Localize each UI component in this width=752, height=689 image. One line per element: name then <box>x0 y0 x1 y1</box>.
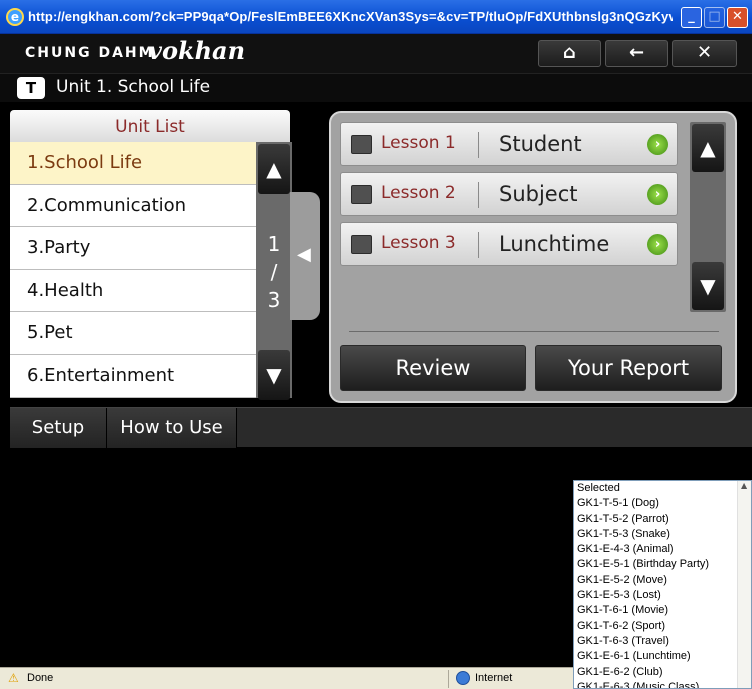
page-separator: / <box>270 260 278 284</box>
panel-divider <box>349 331 719 332</box>
dropdown-option[interactable]: GK1-T-5-2 (Parrot) <box>574 512 737 527</box>
browser-url-title: http://engkhan.com/?ck=PP9qa*Op/FeslEmBE… <box>28 9 673 24</box>
dropdown-option[interactable]: GK1-E-5-3 (Lost) <box>574 588 737 603</box>
page-total: 3 <box>267 288 281 312</box>
lesson-number: Lesson 3 <box>381 233 456 253</box>
close-icon: ✕ <box>696 42 713 63</box>
unit-list: 1.School Life 2.Communication 3.Party 4.… <box>10 142 256 398</box>
app-close-button[interactable]: ✕ <box>672 40 737 67</box>
triangle-down-icon: ▼ <box>266 363 282 387</box>
dropdown-list: Selected GK1-T-5-1 (Dog) GK1-T-5-2 (Parrot… <box>574 481 737 688</box>
lesson-row[interactable]: Lesson 3 Lunchtime › <box>340 222 678 266</box>
dropdown-option[interactable]: Selected <box>574 481 737 496</box>
brand-logo-script: vokhan <box>148 36 246 65</box>
review-button[interactable]: Review <box>340 345 526 391</box>
dropdown-option[interactable]: GK1-E-6-1 (Lunchtime) <box>574 649 737 664</box>
unit-scroll-down-button[interactable]: ▼ <box>258 350 290 400</box>
dropdown-option[interactable]: GK1-T-6-3 (Travel) <box>574 634 737 649</box>
home-icon: ⌂ <box>563 42 576 63</box>
lesson-row[interactable]: Lesson 1 Student › <box>340 122 678 166</box>
unit-list-item[interactable]: 2.Communication <box>10 185 256 228</box>
lesson-scroll-up-button[interactable]: ▲ <box>692 124 724 172</box>
go-arrow-icon[interactable]: › <box>647 134 668 155</box>
unit-scroll-up-button[interactable]: ▲ <box>258 144 290 194</box>
go-arrow-icon[interactable]: › <box>647 184 668 205</box>
lesson-number: Lesson 1 <box>381 133 456 153</box>
unit-list-item[interactable]: 6.Entertainment <box>10 355 256 398</box>
dropdown-option[interactable]: GK1-T-5-1 (Dog) <box>574 496 737 511</box>
lesson-name: Lunchtime <box>499 232 610 256</box>
globe-icon <box>456 671 470 685</box>
dropdown-option[interactable]: GK1-T-6-1 (Movie) <box>574 603 737 618</box>
page-title: Unit 1. School Life <box>56 77 211 97</box>
page-current: 1 <box>267 232 281 256</box>
dropdown-option[interactable]: GK1-T-6-2 (Sport) <box>574 619 737 634</box>
unit-page-indicator: 1 / 3 <box>256 230 292 314</box>
status-text: Done <box>27 672 54 684</box>
browser-title-bar: e http://engkhan.com/?ck=PP9qa*Op/FeslEm… <box>0 0 752 34</box>
unit-list-item[interactable]: 4.Health <box>10 270 256 313</box>
lesson-divider <box>478 132 479 158</box>
lesson-select-dropdown[interactable]: Selected GK1-T-5-1 (Dog) GK1-T-5-2 (Parrot… <box>573 480 752 689</box>
triangle-down-icon: ▼ <box>700 274 716 298</box>
lesson-panel: Lesson 1 Student › Lesson 2 Subject › Le… <box>329 111 737 403</box>
unit-list-heading: Unit List <box>10 110 290 142</box>
dropdown-option[interactable]: GK1-E-6-2 (Club) <box>574 665 737 680</box>
how-to-use-button[interactable]: How to Use <box>107 408 237 448</box>
lesson-name: Subject <box>499 182 578 206</box>
lesson-checkbox[interactable] <box>351 185 372 204</box>
lesson-number: Lesson 2 <box>381 183 456 203</box>
setup-button[interactable]: Setup <box>10 408 107 448</box>
bottom-toolbar: Setup How to Use <box>10 407 752 448</box>
lesson-divider <box>478 182 479 208</box>
home-button[interactable]: ⌂ <box>538 40 601 67</box>
triangle-up-icon: ▲ <box>700 136 716 160</box>
unit-list-item[interactable]: 1.School Life <box>10 142 256 185</box>
window-close-button[interactable]: ✕ <box>727 7 748 28</box>
triangle-left-icon: ◀ <box>297 244 311 265</box>
dropdown-option[interactable]: GK1-E-5-1 (Birthday Party) <box>574 557 737 572</box>
ie-logo-icon: e <box>6 8 24 26</box>
dropdown-option[interactable]: GK1-E-5-2 (Move) <box>574 573 737 588</box>
back-button[interactable]: ← <box>605 40 668 67</box>
status-divider <box>448 670 449 688</box>
lesson-scroll-down-button[interactable]: ▼ <box>692 262 724 310</box>
lesson-checkbox[interactable] <box>351 135 372 154</box>
lesson-scroller: ▲ ▼ <box>690 122 726 312</box>
maximize-button[interactable]: □ <box>704 7 725 28</box>
dropdown-option[interactable]: GK1-E-4-3 (Animal) <box>574 542 737 557</box>
lesson-row[interactable]: Lesson 2 Subject › <box>340 172 678 216</box>
brand-logo-text: CHUNG DAHM <box>25 45 155 61</box>
unit-list-item[interactable]: 3.Party <box>10 227 256 270</box>
security-zone-text: Internet <box>475 672 513 684</box>
arrow-left-icon: ← <box>628 42 645 63</box>
scroll-up-icon: ▲ <box>741 481 748 490</box>
your-report-button[interactable]: Your Report <box>535 345 722 391</box>
collapse-panel-tab[interactable]: ◀ <box>290 192 320 320</box>
lesson-divider <box>478 232 479 258</box>
unit-type-badge: T <box>17 77 45 99</box>
unit-title-bar: T Unit 1. School Life <box>0 74 752 102</box>
lesson-checkbox[interactable] <box>351 235 372 254</box>
dropdown-option[interactable]: GK1-E-6-3 (Music Class) <box>574 680 737 688</box>
minimize-button[interactable]: _ <box>681 7 702 28</box>
triangle-up-icon: ▲ <box>266 157 282 181</box>
lesson-name: Student <box>499 132 582 156</box>
warning-icon: ⚠ <box>8 671 19 685</box>
unit-list-item[interactable]: 5.Pet <box>10 312 256 355</box>
app-header: CHUNG DAHM vokhan ⌂ ← ✕ <box>0 34 752 74</box>
unit-list-scroller: ▲ 1 / 3 ▼ <box>256 142 292 400</box>
dropdown-option[interactable]: GK1-T-5-3 (Snake) <box>574 527 737 542</box>
dropdown-scrollbar[interactable]: ▲ <box>737 481 751 688</box>
go-arrow-icon[interactable]: › <box>647 234 668 255</box>
